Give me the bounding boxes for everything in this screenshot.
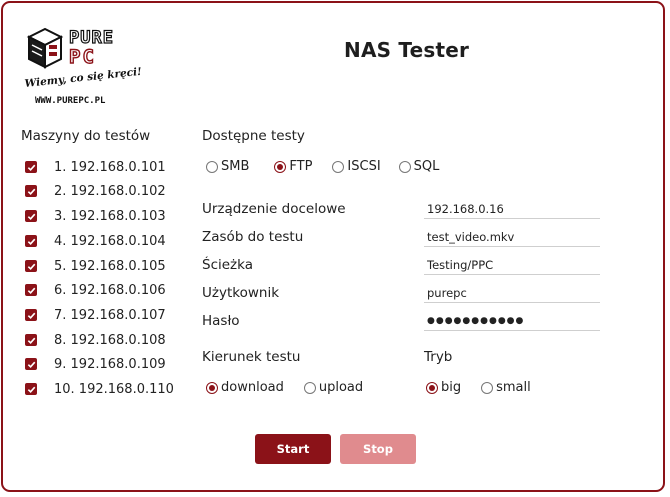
checkbox-checked-icon[interactable] — [25, 334, 37, 346]
radio-unselected-icon[interactable] — [303, 381, 316, 394]
tests-label: Dostępne testy — [202, 128, 305, 144]
mode-option-label: small — [496, 380, 531, 395]
machine-label: 1. 192.168.0.101 — [54, 159, 166, 175]
direction-radio-group: download upload — [206, 380, 381, 395]
mode-option-label: big — [441, 380, 462, 395]
radio-unselected-icon[interactable] — [206, 160, 218, 173]
password-input[interactable] — [424, 311, 600, 331]
user-input[interactable] — [424, 283, 600, 303]
machine-item-6[interactable]: 6. 192.168.0.106 — [25, 281, 166, 299]
page-title: NAS Tester — [344, 38, 470, 62]
stop-button[interactable]: Stop — [340, 434, 416, 464]
resource-input[interactable] — [424, 227, 600, 247]
test-option-ftp[interactable]: FTP — [274, 159, 312, 174]
test-option-label: SMB — [221, 159, 250, 174]
machine-item-5[interactable]: 5. 192.168.0.105 — [25, 257, 166, 275]
mode-option-big[interactable]: big — [426, 380, 461, 395]
machine-label: 10. 192.168.0.110 — [54, 381, 174, 397]
password-label: Hasło — [202, 313, 240, 329]
checkbox-checked-icon[interactable] — [25, 235, 37, 247]
start-button[interactable]: Start — [255, 434, 331, 464]
radio-selected-icon[interactable] — [274, 160, 287, 173]
checkbox-checked-icon[interactable] — [25, 185, 37, 197]
checkbox-checked-icon[interactable] — [25, 161, 37, 173]
checkbox-checked-icon[interactable] — [25, 210, 37, 222]
checkbox-checked-icon[interactable] — [25, 309, 37, 321]
machine-item-8[interactable]: 8. 192.168.0.108 — [25, 331, 166, 349]
machine-item-7[interactable]: 7. 192.168.0.107 — [25, 306, 166, 324]
device-label: Urządzenie docelowe — [202, 201, 346, 217]
machines-label: Maszyny do testów — [21, 128, 151, 144]
direction-option-upload[interactable]: upload — [303, 380, 364, 395]
machine-item-9[interactable]: 9. 192.168.0.109 — [25, 355, 166, 373]
svg-text:Wiemy, co się kręci!: Wiemy, co się kręci! — [24, 66, 143, 90]
test-option-label: SQL — [413, 159, 440, 174]
test-option-label: FTP — [289, 159, 313, 174]
path-input[interactable] — [424, 255, 600, 275]
svg-text:PC: PC — [69, 46, 96, 68]
mode-option-small[interactable]: small — [481, 380, 531, 395]
radio-selected-icon[interactable] — [206, 381, 218, 394]
test-option-sql[interactable]: SQL — [398, 159, 440, 174]
checkbox-checked-icon[interactable] — [25, 358, 37, 370]
svg-text:WWW.PUREPC.PL: WWW.PUREPC.PL — [35, 96, 106, 106]
direction-option-label: download — [221, 380, 284, 395]
checkbox-checked-icon[interactable] — [25, 260, 37, 272]
checkbox-checked-icon[interactable] — [25, 284, 37, 296]
direction-label: Kierunek testu — [202, 349, 301, 365]
resource-label: Zasób do testu — [202, 229, 304, 245]
device-input[interactable] — [424, 199, 600, 219]
user-label: Użytkownik — [202, 285, 280, 301]
machine-label: 6. 192.168.0.106 — [54, 282, 166, 298]
machine-label: 2. 192.168.0.102 — [54, 183, 166, 199]
machine-item-3[interactable]: 3. 192.168.0.103 — [25, 207, 166, 225]
test-option-iscsi[interactable]: ISCSI — [332, 159, 381, 174]
machine-item-4[interactable]: 4. 192.168.0.104 — [25, 232, 166, 250]
test-option-label: ISCSI — [347, 159, 381, 174]
radio-unselected-icon[interactable] — [332, 160, 345, 173]
machine-label: 7. 192.168.0.107 — [54, 307, 166, 323]
purepc-logo: PURE PC Wiemy, co się kręci! WWW.PUREPC.… — [24, 27, 143, 106]
radio-unselected-icon[interactable] — [481, 381, 494, 394]
direction-option-label: upload — [318, 380, 364, 395]
machine-item-1[interactable]: 1. 192.168.0.101 — [25, 158, 166, 176]
machine-label: 3. 192.168.0.103 — [54, 208, 166, 224]
path-label: Ścieżka — [202, 257, 253, 273]
svg-text:PURE: PURE — [69, 28, 114, 48]
machine-item-10[interactable]: 10. 192.168.0.110 — [25, 380, 174, 398]
machine-label: 9. 192.168.0.109 — [54, 356, 166, 372]
direction-option-download[interactable]: download — [206, 380, 284, 395]
machine-item-2[interactable]: 2. 192.168.0.102 — [25, 182, 166, 200]
machine-label: 8. 192.168.0.108 — [54, 332, 166, 348]
tests-radio-group: SMB FTP ISCSI SQL — [206, 159, 457, 174]
checkbox-checked-icon[interactable] — [25, 383, 37, 395]
mode-radio-group: big small — [426, 380, 549, 395]
machine-label: 5. 192.168.0.105 — [54, 258, 166, 274]
radio-unselected-icon[interactable] — [398, 160, 411, 173]
mode-label: Tryb — [424, 349, 453, 365]
radio-selected-icon[interactable] — [426, 381, 438, 394]
machine-label: 4. 192.168.0.104 — [54, 233, 166, 249]
test-option-smb[interactable]: SMB — [206, 159, 249, 174]
